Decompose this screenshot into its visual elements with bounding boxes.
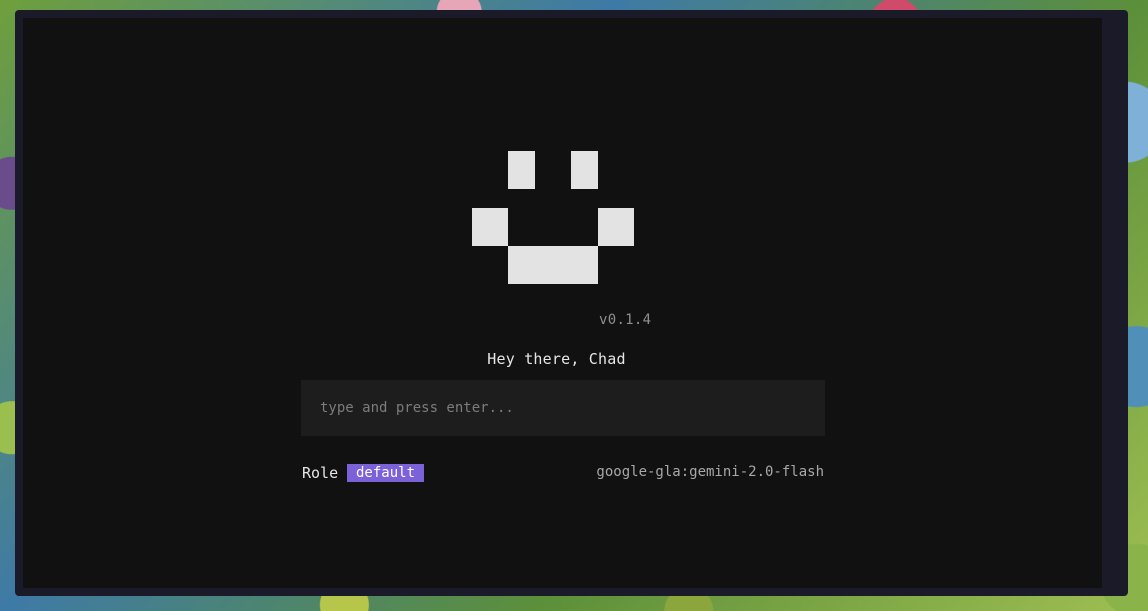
role-label: Role: [302, 464, 339, 482]
model-name: google-gla:gemini-2.0-flash: [596, 464, 824, 480]
smiley-left-eye: [508, 151, 535, 189]
greeting-label: Hey there, Chad: [487, 350, 626, 368]
pixel-smiley-icon: [472, 151, 634, 284]
smiley-right-cheek: [598, 208, 634, 246]
prompt-box[interactable]: [301, 380, 825, 436]
smiley-right-eye: [571, 151, 598, 189]
greeting-text: Hey there, Chad: [23, 350, 1102, 368]
version-label: v0.1.4: [599, 312, 652, 328]
terminal-window: v0.1.4 Hey there, Chad Role default goog…: [15, 10, 1128, 596]
smiley-mouth: [508, 246, 598, 284]
terminal-screen: v0.1.4 Hey there, Chad Role default goog…: [23, 18, 1102, 588]
prompt-input[interactable]: [301, 380, 825, 436]
smiley-left-cheek: [472, 208, 508, 246]
role-badge[interactable]: default: [347, 464, 425, 482]
